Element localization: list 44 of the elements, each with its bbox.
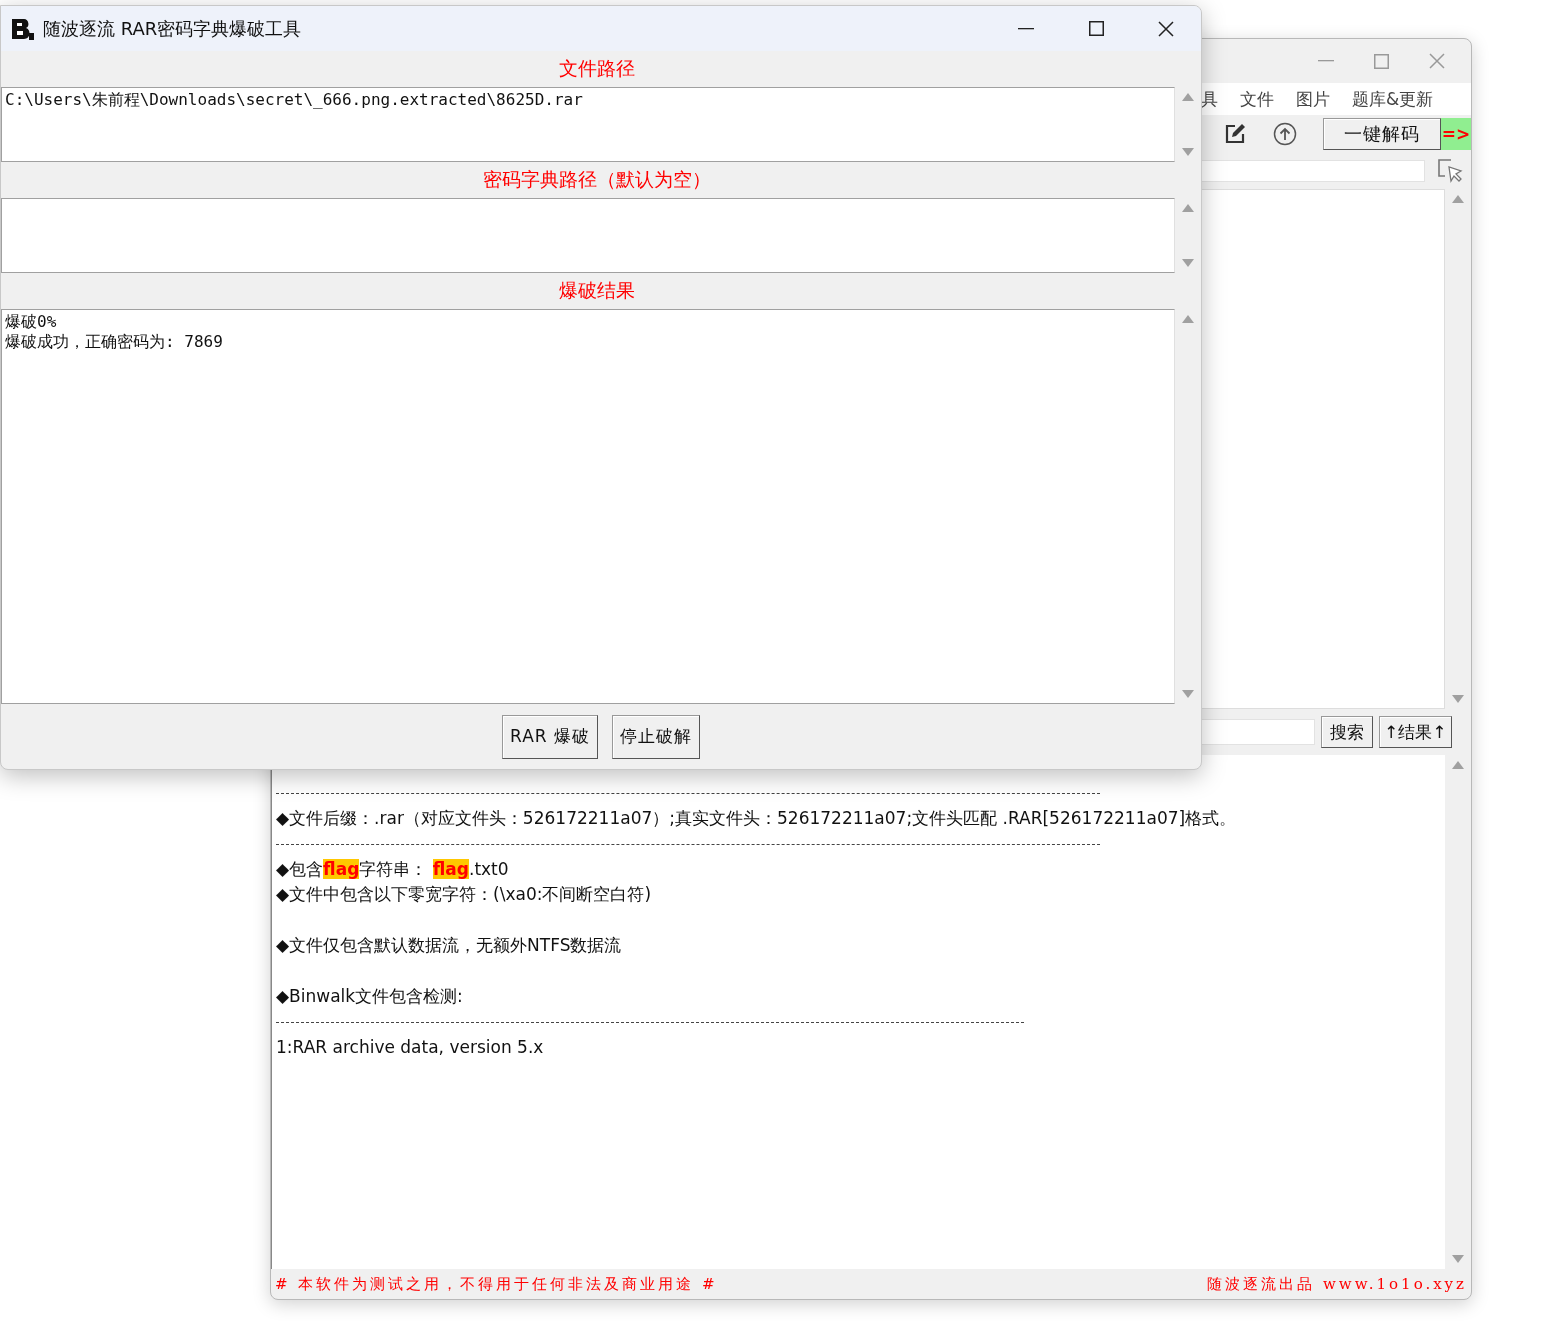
action-button[interactable]: 停止破解: [612, 714, 700, 759]
minimize-icon[interactable]: [1018, 27, 1034, 30]
menu-item[interactable]: 题库&更新: [1352, 87, 1434, 111]
search-field[interactable]: [1201, 719, 1315, 745]
decode-button[interactable]: 一键解码: [1323, 118, 1441, 150]
select-cursor-icon[interactable]: [1437, 158, 1463, 184]
menu-item[interactable]: 文件: [1240, 87, 1274, 111]
scroll-up-icon[interactable]: [1452, 195, 1464, 203]
credit-text: 随波逐流出品 www.1o1o.xyz: [1207, 1274, 1467, 1294]
section-label: 爆破结果: [559, 278, 635, 303]
text-area[interactable]: [1201, 189, 1445, 709]
scroll-down-icon[interactable]: [1452, 1255, 1464, 1263]
app-logo-icon: [11, 16, 35, 41]
scroll-down-icon[interactable]: [1452, 695, 1464, 703]
edit-icon[interactable]: [1223, 122, 1247, 146]
scroll-down-icon[interactable]: [1182, 148, 1194, 156]
upload-icon[interactable]: [1273, 122, 1297, 146]
scroll-up-icon[interactable]: [1452, 761, 1464, 769]
output-line: ◆文件中包含以下零宽字符：(\xa0:不间断空白符): [276, 883, 653, 906]
action-button[interactable]: RAR 爆破: [502, 714, 598, 759]
text-field[interactable]: [1, 198, 1175, 273]
scroll-down-icon[interactable]: [1182, 690, 1194, 698]
section-label: 密码字典路径（默认为空）: [483, 167, 711, 192]
menu-item[interactable]: 图片: [1296, 87, 1330, 111]
maximize-icon[interactable]: [1088, 21, 1104, 36]
disclaimer-text: # 本软件为测试之用，不得用于任何非法及商业用途 #: [275, 1274, 718, 1294]
close-icon[interactable]: [1158, 20, 1174, 37]
input-field[interactable]: [1201, 160, 1425, 182]
output-line: 1:RAR archive data, version 5.x: [276, 1035, 545, 1059]
text-field[interactable]: 爆破0% 爆破成功，正确密码为: 7869: [1, 309, 1175, 704]
scroll-up-icon[interactable]: [1182, 315, 1194, 323]
output-line: ◆文件后缀：.rar（对应文件头：526172211a07）;真实文件头：526172211a07;文件头匹配 .RAR[526172211a07]格式。: [276, 807, 1238, 830]
status-indicator: =>: [1441, 118, 1471, 150]
scroll-up-icon[interactable]: [1182, 204, 1194, 212]
text-field[interactable]: C:\Users\朱前程\Downloads\secret\_666.png.extracted\8625D.rar: [1, 87, 1175, 162]
output-line: ◆Binwalk文件包含检测:: [276, 985, 464, 1008]
output-line: ◆文件仅包含默认数据流，无额外NTFS数据流: [276, 934, 623, 957]
menu-item[interactable]: 具: [1201, 87, 1218, 111]
scroll-up-icon[interactable]: [1182, 93, 1194, 101]
search-button[interactable]: 搜索: [1321, 716, 1373, 748]
result-button[interactable]: ↑结果↑: [1379, 716, 1452, 748]
scroll-down-icon[interactable]: [1182, 259, 1194, 267]
section-label: 文件路径: [559, 56, 635, 81]
window-title: 随波逐流 RAR密码字典爆破工具: [43, 16, 303, 41]
